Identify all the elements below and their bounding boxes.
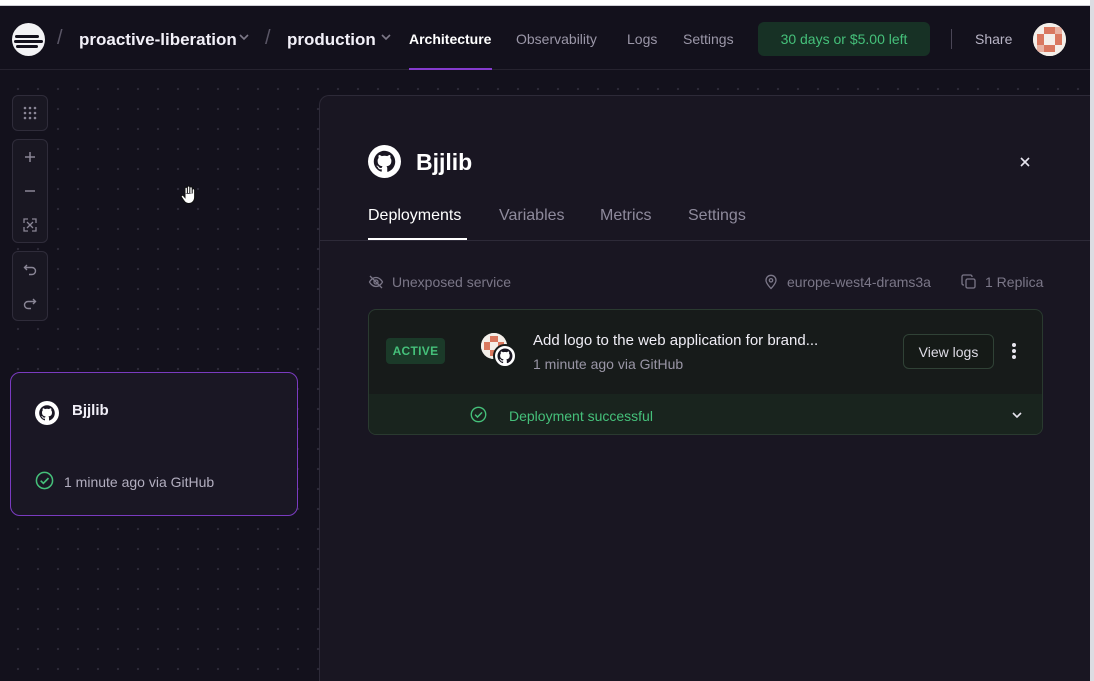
redo-icon[interactable] — [13, 286, 47, 320]
canvas-toolbar-grid — [12, 95, 48, 131]
chevron-down-icon[interactable] — [1010, 408, 1024, 422]
undo-icon[interactable] — [13, 252, 47, 286]
breadcrumb-separator: / — [265, 27, 271, 49]
github-icon — [35, 401, 59, 425]
deployment-status-text: Deployment successful — [509, 408, 653, 424]
success-check-icon — [470, 406, 487, 423]
service-details-panel: Bjjlib Deployments Variables Metrics Set… — [319, 95, 1094, 681]
service-card[interactable]: Bjjlib 1 minute ago via GitHub — [10, 372, 298, 516]
deployment-card[interactable]: ACTIVE Add logo to the web application f… — [368, 309, 1043, 435]
eye-off-icon — [368, 275, 384, 289]
panel-title: Bjjlib — [416, 149, 473, 175]
project-chevron-down-icon[interactable] — [237, 30, 251, 44]
commit-message[interactable]: Add logo to the web application for bran… — [533, 332, 818, 349]
location-pin-icon — [765, 274, 777, 290]
copy-icon — [961, 274, 976, 289]
deployment-status-row[interactable]: Deployment successful — [369, 394, 1042, 434]
hand-cursor-icon — [180, 185, 196, 205]
replica-label: 1 Replica — [985, 274, 1044, 290]
tab-settings[interactable]: Settings — [688, 207, 746, 225]
window-scrollbar[interactable] — [1090, 0, 1094, 681]
nav-observability[interactable]: Observability — [516, 31, 597, 47]
environment-chevron-down-icon[interactable] — [379, 30, 393, 44]
nav-settings[interactable]: Settings — [683, 31, 734, 47]
tab-deployments[interactable]: Deployments — [368, 207, 461, 225]
canvas-toolbar-history — [12, 251, 48, 321]
top-navbar: / proactive-liberation / production Arch… — [0, 6, 1090, 70]
replica-info: 1 Replica — [961, 274, 1043, 290]
tab-metrics[interactable]: Metrics — [600, 207, 652, 225]
railway-logo-icon[interactable] — [12, 23, 45, 56]
grid-icon[interactable] — [13, 96, 47, 130]
trial-badge[interactable]: 30 days or $5.00 left — [758, 22, 930, 56]
service-status: 1 minute ago via GitHub — [64, 474, 215, 490]
close-icon[interactable] — [1016, 153, 1034, 171]
user-avatar[interactable] — [1033, 23, 1066, 56]
github-icon — [368, 145, 401, 178]
nav-architecture[interactable]: Architecture — [409, 31, 491, 47]
share-button[interactable]: Share — [975, 31, 1012, 47]
tab-variables[interactable]: Variables — [499, 207, 565, 225]
success-check-icon — [35, 471, 54, 490]
tabs-divider — [320, 240, 1094, 241]
breadcrumb-separator: / — [57, 27, 63, 49]
fit-view-icon[interactable] — [13, 208, 47, 242]
exposure-label: Unexposed service — [392, 274, 512, 290]
github-icon — [493, 344, 517, 368]
zoom-out-icon[interactable] — [13, 174, 47, 208]
region-label: europe-west4-drams3a — [787, 274, 931, 290]
region-info: europe-west4-drams3a — [763, 274, 931, 290]
environment-name[interactable]: production — [287, 30, 376, 50]
header-divider — [951, 29, 952, 49]
zoom-in-icon[interactable] — [13, 140, 47, 174]
canvas-toolbar-zoom — [12, 139, 48, 243]
project-name[interactable]: proactive-liberation — [79, 30, 237, 50]
deployment-meta: 1 minute ago via GitHub — [533, 356, 684, 372]
exposure-status[interactable]: Unexposed service — [368, 274, 511, 290]
status-badge: ACTIVE — [386, 338, 445, 364]
nav-logs[interactable]: Logs — [627, 31, 657, 47]
view-logs-button[interactable]: View logs — [903, 334, 994, 369]
active-nav-indicator — [409, 68, 492, 70]
service-name: Bjjlib — [72, 402, 109, 419]
more-options-icon[interactable] — [1005, 340, 1023, 362]
